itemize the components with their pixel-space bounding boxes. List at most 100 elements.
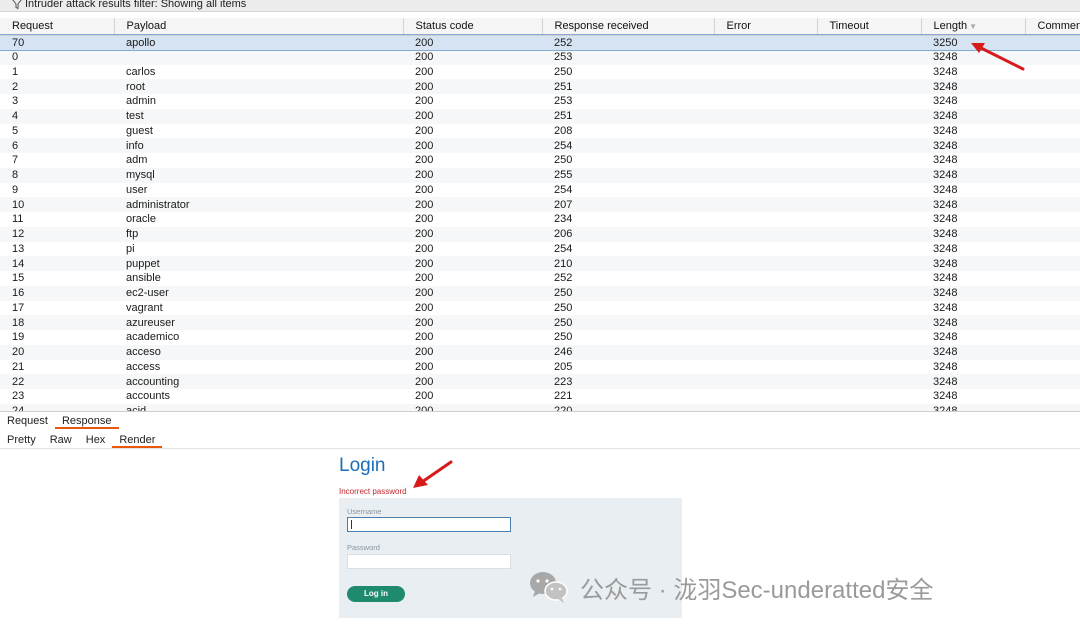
- cell-comment: [1025, 226, 1080, 242]
- table-row[interactable]: 17 vagrant 200 250 3248: [0, 300, 1080, 316]
- table-row[interactable]: 0 200 253 3248: [0, 49, 1080, 65]
- error-message: Incorrect password: [339, 487, 407, 496]
- table-row[interactable]: 6 info 200 254 3248: [0, 138, 1080, 153]
- table-row[interactable]: 19 academico 200 250 3248: [0, 330, 1080, 345]
- cell-request: 17: [0, 300, 114, 316]
- cell-status-code: 200: [403, 374, 542, 389]
- table-row[interactable]: 2 root 200 251 3248: [0, 79, 1080, 94]
- cell-timeout: [817, 344, 921, 360]
- table-row-selected[interactable]: 70 apollo 200 252 3250: [0, 34, 1080, 51]
- cell-comment: [1025, 212, 1080, 227]
- password-label: Password: [347, 543, 380, 552]
- cell-payload: adm: [114, 153, 403, 168]
- table-row[interactable]: 9 user 200 254 3248: [0, 182, 1080, 198]
- table-row[interactable]: 12 ftp 200 206 3248: [0, 226, 1080, 242]
- results-filter-bar[interactable]: Intruder attack results filter: Showing …: [0, 0, 1080, 12]
- cell-error: [714, 300, 817, 316]
- tab-raw[interactable]: Raw: [43, 432, 79, 448]
- cell-response-received: 250: [542, 153, 714, 168]
- table-row[interactable]: 8 mysql 200 255 3248: [0, 167, 1080, 183]
- table-row[interactable]: 18 azureuser 200 250 3248: [0, 315, 1080, 330]
- cell-error: [714, 49, 817, 65]
- cell-length: 3248: [921, 212, 1025, 227]
- cell-response-received: 250: [542, 330, 714, 345]
- cell-timeout: [817, 35, 921, 50]
- table-row[interactable]: 4 test 200 251 3248: [0, 108, 1080, 124]
- cell-status-code: 200: [403, 79, 542, 94]
- cell-payload: azureuser: [114, 315, 403, 330]
- cell-status-code: 200: [403, 108, 542, 124]
- cell-response-received: 221: [542, 389, 714, 404]
- table-row[interactable]: 24 acid 200 220 3248: [0, 403, 1080, 411]
- password-input[interactable]: [347, 554, 511, 569]
- tab-render[interactable]: Render: [112, 432, 163, 448]
- column-header-status-code[interactable]: Status code: [403, 18, 543, 36]
- cell-error: [714, 389, 817, 404]
- cell-response-received: 207: [542, 197, 714, 212]
- cell-comment: [1025, 64, 1080, 80]
- cell-comment: [1025, 403, 1080, 411]
- cell-length: 3248: [921, 197, 1025, 212]
- login-button[interactable]: Log in: [347, 586, 405, 602]
- table-row[interactable]: 7 adm 200 250 3248: [0, 153, 1080, 168]
- cell-timeout: [817, 153, 921, 168]
- sort-descending-icon: ▼: [969, 22, 978, 32]
- table-row[interactable]: 1 carlos 200 250 3248: [0, 64, 1080, 80]
- table-row[interactable]: 16 ec2-user 200 250 3248: [0, 285, 1080, 301]
- column-header-response-received[interactable]: Response received: [542, 18, 715, 36]
- table-row[interactable]: 23 accounts 200 221 3248: [0, 389, 1080, 404]
- table-row[interactable]: 20 acceso 200 246 3248: [0, 344, 1080, 360]
- cell-length: 3248: [921, 315, 1025, 330]
- cell-length: 3248: [921, 138, 1025, 153]
- cell-length: 3248: [921, 167, 1025, 183]
- username-input[interactable]: [347, 517, 511, 532]
- cell-request: 22: [0, 374, 114, 389]
- cell-response-received: 253: [542, 49, 714, 65]
- table-row[interactable]: 22 accounting 200 223 3248: [0, 374, 1080, 389]
- cell-error: [714, 241, 817, 257]
- intruder-results-table[interactable]: Request Payload Status code Response rec…: [0, 18, 1080, 412]
- table-row[interactable]: 13 pi 200 254 3248: [0, 241, 1080, 257]
- message-tabs: Request Response: [0, 413, 1080, 429]
- tab-response[interactable]: Response: [54, 413, 119, 429]
- cell-comment: [1025, 256, 1080, 271]
- table-row[interactable]: 14 puppet 200 210 3248: [0, 256, 1080, 271]
- cell-length: 3248: [921, 108, 1025, 124]
- cell-length: 3248: [921, 64, 1025, 80]
- column-header-comment[interactable]: Comment: [1025, 18, 1080, 36]
- cell-request: 13: [0, 241, 114, 257]
- column-header-length[interactable]: Length ▼: [921, 18, 1026, 36]
- cell-length: 3248: [921, 359, 1025, 375]
- cell-status-code: 200: [403, 94, 542, 109]
- cell-payload: mysql: [114, 167, 403, 183]
- column-header-payload[interactable]: Payload: [114, 18, 404, 36]
- cell-request: 10: [0, 197, 114, 212]
- cell-status-code: 200: [403, 226, 542, 242]
- tab-request[interactable]: Request: [0, 413, 55, 429]
- cell-timeout: [817, 271, 921, 286]
- cell-error: [714, 285, 817, 301]
- cell-error: [714, 344, 817, 360]
- table-row[interactable]: 15 ansible 200 252 3248: [0, 271, 1080, 286]
- cell-payload: vagrant: [114, 300, 403, 316]
- text-caret: [351, 520, 352, 529]
- cell-timeout: [817, 403, 921, 411]
- cell-payload: admin: [114, 94, 403, 109]
- cell-request: 6: [0, 138, 114, 153]
- table-row[interactable]: 11 oracle 200 234 3248: [0, 212, 1080, 227]
- cell-error: [714, 197, 817, 212]
- table-row[interactable]: 21 access 200 205 3248: [0, 359, 1080, 375]
- cell-payload: pi: [114, 241, 403, 257]
- table-row[interactable]: 10 administrator 200 207 3248: [0, 197, 1080, 212]
- cell-payload: ec2-user: [114, 285, 403, 301]
- table-row[interactable]: 3 admin 200 253 3248: [0, 94, 1080, 109]
- cell-timeout: [817, 256, 921, 271]
- cell-length: 3248: [921, 403, 1025, 411]
- table-row[interactable]: 5 guest 200 208 3248: [0, 123, 1080, 139]
- tab-hex[interactable]: Hex: [79, 432, 113, 448]
- column-header-timeout[interactable]: Timeout: [817, 18, 922, 36]
- cell-status-code: 200: [403, 315, 542, 330]
- tab-pretty[interactable]: Pretty: [0, 432, 43, 448]
- column-header-error[interactable]: Error: [714, 18, 818, 36]
- column-header-request[interactable]: Request: [0, 18, 115, 36]
